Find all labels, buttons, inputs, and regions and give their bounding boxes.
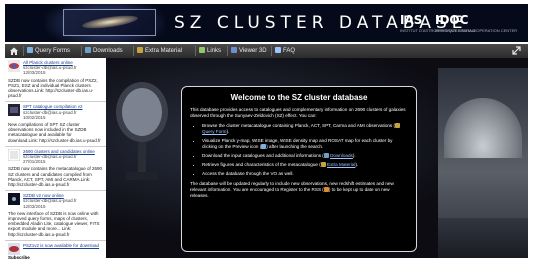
feature-item: Access the database through the VO as we…: [202, 171, 408, 177]
menu-faq[interactable]: FAQ: [275, 46, 295, 56]
menu-item-label: Links: [207, 48, 222, 54]
menu-extra-material[interactable]: Extra Material: [137, 46, 182, 56]
galaxy-logo: [63, 9, 156, 36]
welcome-panel: Welcome to the SZ cluster database This …: [181, 86, 417, 252]
query-form-link[interactable]: Query Form: [202, 129, 227, 134]
news-date: 10/02/2015: [23, 114, 46, 120]
news-text: SZDB now contains the metacatalogue of 2…: [8, 166, 103, 188]
viewer-icon: [231, 47, 237, 53]
table-thumbnail-icon[interactable]: [8, 148, 20, 161]
query-form-icon[interactable]: [395, 123, 401, 128]
observatory-image: [438, 68, 528, 258]
feature-item: Retrieve figures and characteristics of …: [202, 162, 408, 168]
idoc-logo[interactable]: IDOC: [435, 13, 468, 27]
psz1-thumbnail-icon[interactable]: [8, 242, 20, 255]
feature-item: Download the input catalogues and additi…: [202, 153, 408, 159]
main-menu: Query Forms Downloads Extra Material Lin…: [5, 44, 528, 58]
idoc-logo-subtitle: INTEGRATED DATA & OPERATION CENTER: [435, 28, 518, 33]
menu-item-label: Extra Material: [145, 48, 183, 54]
news-text: New compilations of SPT SZ cluster obser…: [8, 122, 101, 143]
news-text: SZDB now contains the compilation of PSZ…: [8, 77, 98, 99]
menu-query-forms[interactable]: Query Forms: [27, 46, 70, 56]
news-item: SZDB v2 now online szcluster-db@ias.u-ps…: [5, 191, 106, 241]
home-icon[interactable]: [9, 46, 19, 56]
news-sidebar: All Planck clusters online szcluster-db@…: [5, 58, 107, 258]
news-item: All Planck clusters online szcluster-db@…: [5, 58, 106, 103]
news-title[interactable]: PSZ1v2 is now available for download: [23, 243, 99, 248]
downloads-link[interactable]: Downloads: [330, 153, 353, 158]
menu-item-label: Viewer 3D: [239, 48, 267, 54]
news-text: The new interface of SZDB is now online …: [8, 210, 100, 237]
extra-icon: [137, 47, 143, 53]
menu-downloads[interactable]: Downloads: [85, 46, 123, 56]
ias-logo[interactable]: IAS: [400, 13, 422, 27]
news-date: 12/03/2015: [23, 203, 46, 209]
menu-item-label: Downloads: [93, 48, 123, 54]
news-date: 27/01/2015: [23, 159, 46, 165]
feature-item: Visualize Planck y-map, WISE image, WISE…: [202, 138, 408, 150]
download-icon: [85, 47, 91, 53]
planck-thumbnail-icon[interactable]: [8, 60, 20, 72]
menu-item-label: FAQ: [283, 48, 296, 54]
szdb-thumbnail-icon[interactable]: [8, 193, 20, 206]
subscribe-label[interactable]: Subscribe: [8, 255, 30, 260]
welcome-heading: Welcome to the SZ cluster database: [230, 93, 368, 102]
telescope-image: [116, 82, 168, 180]
downloads-icon[interactable]: [323, 153, 329, 158]
news-email[interactable]: szcluster-db@ias.u-psud.fr: [23, 198, 77, 203]
extra-material-link[interactable]: Extra Material: [327, 162, 355, 167]
faq-icon: [275, 47, 281, 53]
feature-item: Browse the cluster metacatalogue contain…: [202, 123, 408, 135]
news-item: SPT catalogue compilation v2 szcluster-d…: [5, 102, 106, 147]
welcome-footer: The database will be updated regularly t…: [190, 181, 394, 198]
news-date: 12/03/2015: [23, 70, 46, 76]
site-banner: SZ CLUSTER DATABASE IAS INSTITUT D'ASTRO…: [5, 4, 528, 42]
menu-links[interactable]: Links: [199, 46, 221, 56]
news-title[interactable]: SPT catalogue compilation v2: [23, 104, 82, 109]
menu-item-label: Query Forms: [35, 48, 71, 54]
menu-viewer-3d[interactable]: Viewer 3D: [231, 46, 267, 56]
extra-material-icon[interactable]: [320, 162, 326, 167]
spt-thumbnail-icon[interactable]: [8, 104, 20, 117]
links-icon: [199, 47, 205, 53]
welcome-features: Browse the cluster metacatalogue contain…: [190, 123, 408, 177]
news-item: 2690 clusters and candidates online szcl…: [5, 147, 106, 192]
welcome-intro: This database provides access to catalog…: [190, 107, 406, 118]
query-icon: [27, 47, 33, 53]
expand-icon[interactable]: [512, 46, 521, 55]
